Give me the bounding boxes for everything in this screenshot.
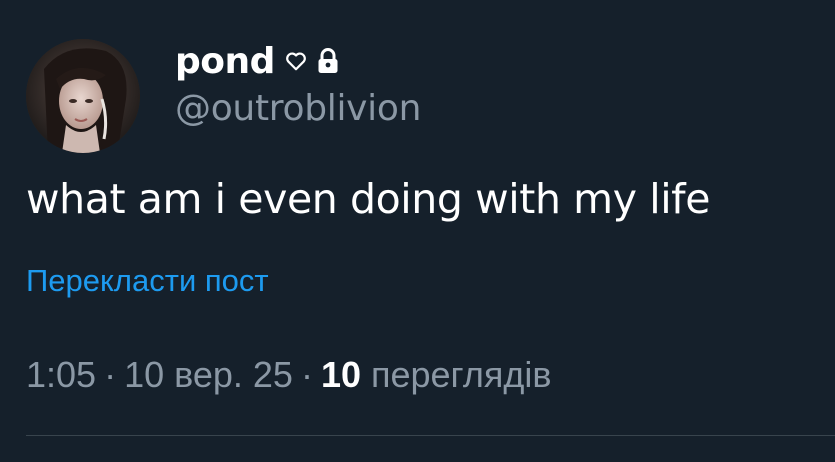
meta-separator: ·: [104, 354, 117, 395]
translate-post-link[interactable]: Перекласти пост: [26, 263, 269, 299]
tweet-text: what am i even doing with my life: [26, 175, 711, 223]
avatar-photo: [26, 39, 140, 153]
meta-separator: ·: [300, 354, 313, 395]
tweet-time[interactable]: 1:05: [26, 354, 96, 396]
author-handle[interactable]: @outroblivion: [175, 88, 421, 129]
views-label[interactable]: переглядів: [371, 354, 552, 396]
author-name-row: pond: [175, 38, 339, 84]
divider: [26, 435, 835, 436]
tweet-meta: 1:05 · 10 вер. 25 · 10 переглядів: [26, 354, 552, 396]
views-count[interactable]: 10: [321, 354, 361, 396]
author-display-name[interactable]: pond: [175, 41, 275, 82]
heart-outline-icon: [285, 50, 307, 72]
tweet-date[interactable]: 10 вер. 25: [124, 354, 293, 396]
avatar[interactable]: [26, 39, 140, 153]
lock-icon: [317, 48, 339, 74]
